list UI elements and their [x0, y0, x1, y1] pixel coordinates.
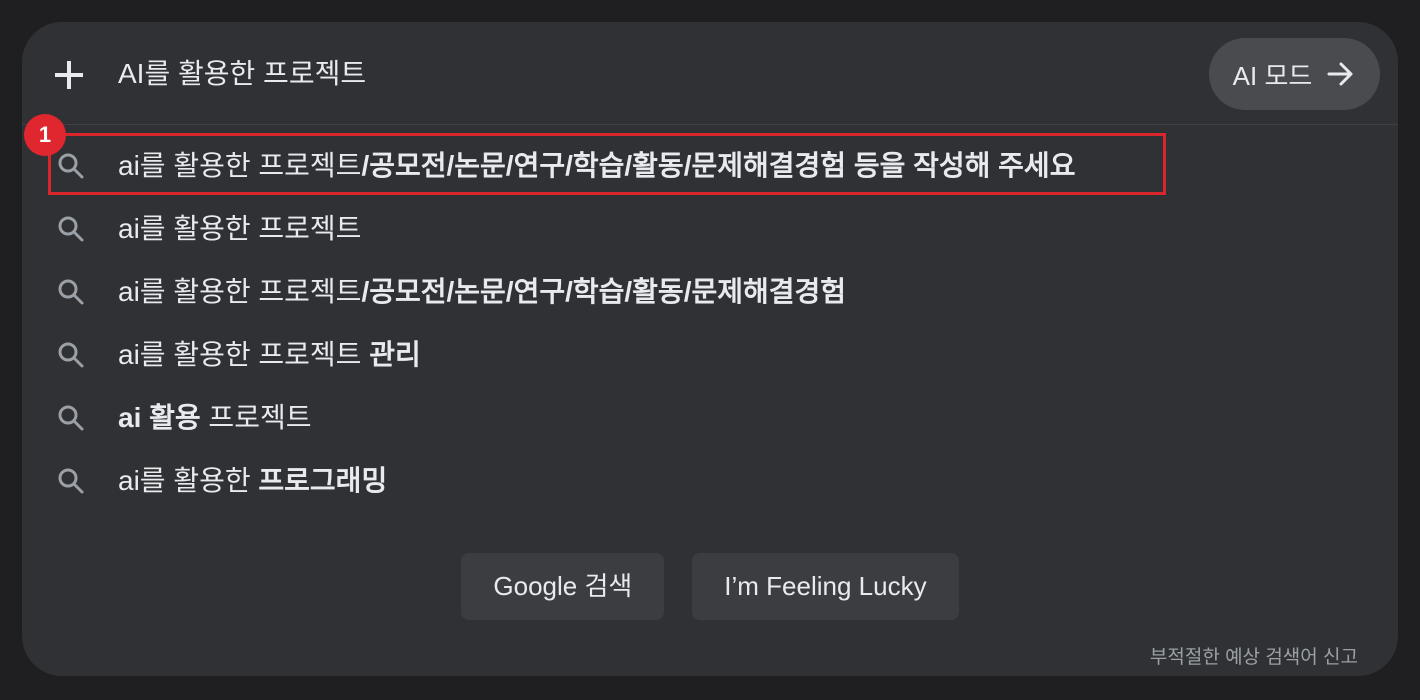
marker-badge: 1	[24, 114, 66, 156]
suggestion-item[interactable]: ai를 활용한 프로젝트/공모전/논문/연구/학습/활동/문제해결경험 등을 작…	[22, 134, 1398, 197]
suggestion-normal-text: ai를 활용한 프로젝트	[118, 213, 362, 244]
search-input[interactable]: AI를 활용한 프로젝트	[118, 54, 366, 94]
suggestion-bold-text: 관리	[369, 339, 421, 370]
suggestion-text: ai를 활용한 프로젝트/공모전/논문/연구/학습/활동/문제해결경험 등을 작…	[118, 146, 1075, 186]
search-icon	[58, 468, 84, 494]
search-icon	[58, 153, 84, 179]
suggestion-item[interactable]: ai 활용 프로젝트	[22, 386, 1398, 449]
arrow-right-icon	[1327, 62, 1353, 86]
suggestion-normal-text: ai를 활용한 프로젝트	[118, 150, 362, 181]
suggestion-bold-text: 프로그래밍	[258, 465, 388, 496]
suggestion-item[interactable]: ai를 활용한 프로젝트	[22, 197, 1398, 260]
google-search-button[interactable]: Google 검색	[461, 553, 665, 620]
suggestion-text: ai를 활용한 프로젝트 관리	[118, 335, 421, 375]
feeling-lucky-button[interactable]: I’m Feeling Lucky	[692, 553, 959, 620]
suggestion-normal-text: ai를 활용한	[118, 465, 259, 496]
suggestion-bold-text: /공모전/논문/연구/학습/활동/문제해결경험 등을 작성해 주세요	[361, 150, 1076, 181]
suggestion-bold-text: ai 활용	[118, 402, 201, 433]
suggestion-text: ai를 활용한 프로젝트/공모전/논문/연구/학습/활동/문제해결경험	[118, 272, 846, 312]
search-icon	[58, 216, 84, 242]
suggestion-item[interactable]: ai를 활용한 프로그래밍	[22, 449, 1398, 512]
suggestion-item[interactable]: ai를 활용한 프로젝트 관리	[22, 323, 1398, 386]
suggestion-bold-text: /공모전/논문/연구/학습/활동/문제해결경험	[361, 276, 847, 307]
suggestion-normal-text: ai를 활용한 프로젝트	[118, 276, 362, 307]
search-bar: AI를 활용한 프로젝트 AI 모드	[22, 22, 1398, 125]
report-suggestions-link[interactable]: 부적절한 예상 검색어 신고	[1150, 642, 1358, 669]
ai-mode-label: AI 모드	[1232, 60, 1313, 91]
suggestion-text: ai를 활용한 프로그래밍	[118, 461, 387, 501]
search-icon	[58, 342, 84, 368]
search-icon	[58, 279, 84, 305]
suggestion-text: ai를 활용한 프로젝트	[118, 209, 361, 249]
search-icon	[58, 405, 84, 431]
suggestion-normal-text: ai를 활용한 프로젝트	[118, 339, 370, 370]
suggestion-normal-text: 프로젝트	[200, 402, 312, 433]
action-buttons: Google 검색 I’m Feeling Lucky	[22, 553, 1398, 620]
suggestion-item[interactable]: ai를 활용한 프로젝트/공모전/논문/연구/학습/활동/문제해결경험	[22, 260, 1398, 323]
suggestion-text: ai 활용 프로젝트	[118, 398, 311, 438]
search-panel: AI를 활용한 프로젝트 AI 모드 ai를 활용한 프로젝트/공모전/논문/연…	[22, 22, 1398, 676]
plus-icon[interactable]	[52, 58, 86, 92]
suggestion-list: ai를 활용한 프로젝트/공모전/논문/연구/학습/활동/문제해결경험 등을 작…	[22, 134, 1398, 512]
ai-mode-button[interactable]: AI 모드	[1209, 38, 1380, 110]
